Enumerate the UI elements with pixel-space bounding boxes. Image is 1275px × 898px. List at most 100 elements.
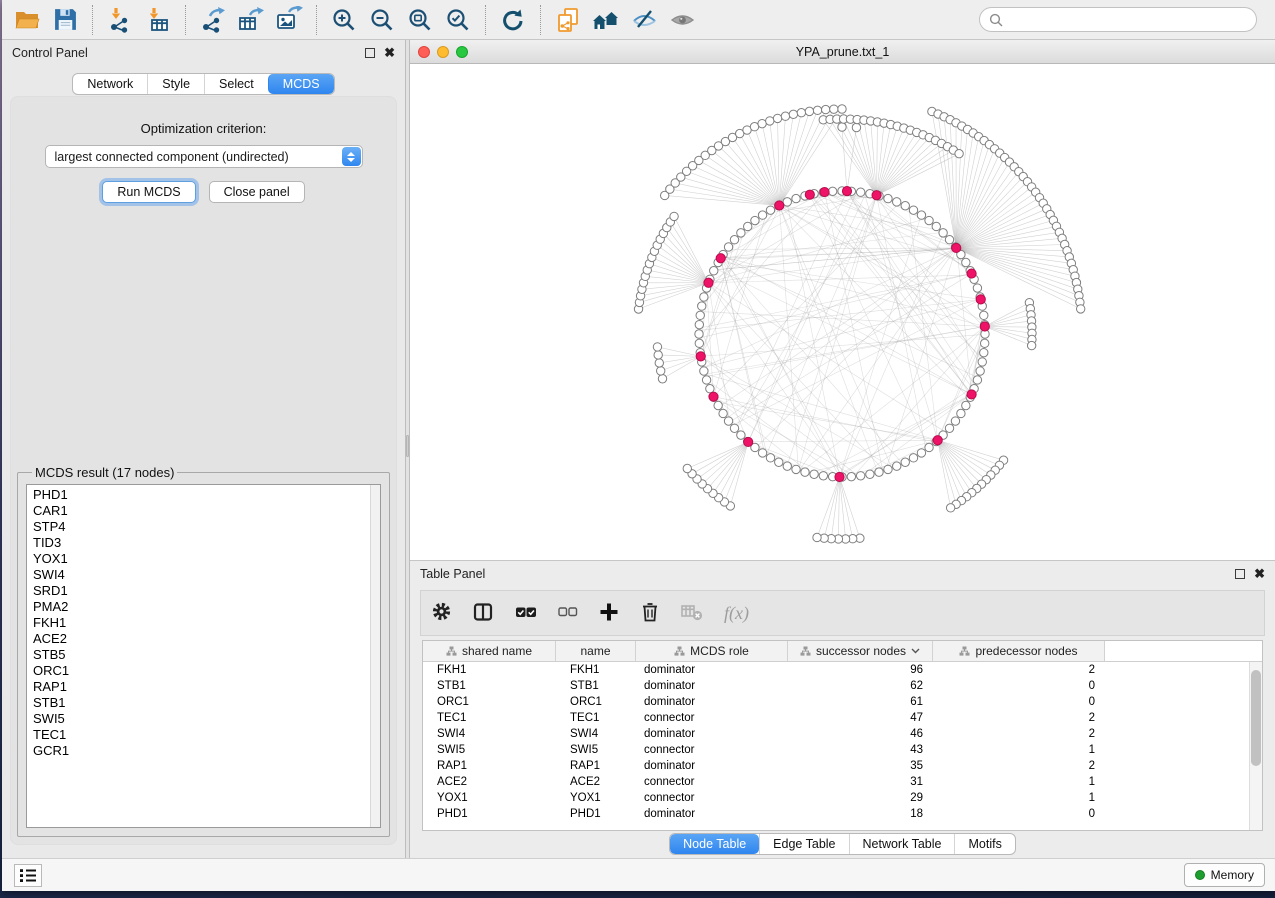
table-cell: 0: [933, 696, 1105, 708]
close-panel-button[interactable]: Close panel: [209, 181, 305, 203]
import-network-icon[interactable]: [101, 4, 139, 36]
mcds-result-item[interactable]: FKH1: [33, 615, 380, 631]
mcds-result-item[interactable]: STB5: [33, 647, 380, 663]
tab-mcds[interactable]: MCDS: [268, 74, 334, 94]
show-hide-graphics-icon[interactable]: [625, 4, 663, 36]
import-table-icon[interactable]: [139, 4, 177, 36]
float-table-panel-icon[interactable]: [1235, 569, 1245, 579]
table-cell: 2: [933, 728, 1105, 740]
table-body: FKH1FKH1dominator962STB1STB1dominator620…: [423, 662, 1262, 822]
mcds-result-item[interactable]: GCR1: [33, 743, 380, 759]
mcds-result-item[interactable]: SRD1: [33, 583, 380, 599]
column-header-name[interactable]: name: [556, 641, 636, 661]
mcds-result-item[interactable]: STP4: [33, 519, 380, 535]
table-scrollbar-thumb[interactable]: [1251, 670, 1261, 766]
table-row[interactable]: FKH1FKH1dominator962: [423, 662, 1262, 678]
table-row[interactable]: RAP1RAP1dominator352: [423, 758, 1262, 774]
tab-edge-table[interactable]: Edge Table: [759, 834, 848, 854]
column-header-MCDS-role[interactable]: MCDS role: [636, 641, 788, 661]
table-cell: PHD1: [423, 808, 556, 820]
refresh-view-icon[interactable]: [494, 4, 532, 36]
first-neighbors-icon[interactable]: [587, 4, 625, 36]
criterion-dropdown[interactable]: largest connected component (undirected): [45, 145, 363, 168]
table-scrollbar[interactable]: [1249, 662, 1262, 830]
toolbar-separator: [185, 5, 186, 35]
table-panel-title: Table Panel: [420, 567, 485, 581]
mcds-result-item[interactable]: YOX1: [33, 551, 380, 567]
table-cell: STB1: [423, 680, 556, 692]
network-window-titlebar[interactable]: YPA_prune.txt_1: [410, 40, 1275, 64]
table-row[interactable]: ACE2ACE2connector311: [423, 774, 1262, 790]
splitter-grip[interactable]: [406, 435, 409, 457]
network-window-title: YPA_prune.txt_1: [410, 45, 1275, 59]
zoom-out-icon[interactable]: [363, 4, 401, 36]
zoom-selected-icon[interactable]: [439, 4, 477, 36]
dropdown-stepper-icon: [342, 147, 361, 166]
zoom-in-icon[interactable]: [325, 4, 363, 36]
memory-button[interactable]: Memory: [1184, 863, 1265, 887]
mcds-result-item[interactable]: PMA2: [33, 599, 380, 615]
column-header-shared-name[interactable]: shared name: [423, 641, 556, 661]
float-panel-icon[interactable]: [365, 48, 375, 58]
export-image-icon[interactable]: [270, 4, 308, 36]
export-table-icon[interactable]: [232, 4, 270, 36]
table-row[interactable]: ORC1ORC1dominator610: [423, 694, 1262, 710]
table-panel-tabs: Node TableEdge TableNetwork TableMotifs: [669, 833, 1016, 855]
close-panel-icon[interactable]: ✖: [384, 48, 395, 58]
delete-column-icon[interactable]: [640, 601, 660, 625]
table-cell: SWI4: [556, 728, 636, 740]
table-row[interactable]: SWI5SWI5connector431: [423, 742, 1262, 758]
table-row[interactable]: YOX1YOX1connector291: [423, 790, 1262, 806]
mcds-result-group: MCDS result (17 nodes) PHD1CAR1STP4TID3Y…: [17, 465, 390, 837]
table-cell: PHD1: [556, 808, 636, 820]
mcds-result-list[interactable]: PHD1CAR1STP4TID3YOX1SWI4SRD1PMA2FKH1ACE2…: [26, 484, 381, 828]
tab-network[interactable]: Network: [73, 74, 147, 94]
table-cell: 2: [933, 712, 1105, 724]
network-canvas[interactable]: [410, 64, 1275, 560]
table-settings-icon[interactable]: [431, 601, 452, 625]
close-table-panel-icon[interactable]: ✖: [1254, 569, 1265, 579]
tab-style[interactable]: Style: [147, 74, 204, 94]
mcds-result-item[interactable]: PHD1: [33, 487, 380, 503]
network-view-window: YPA_prune.txt_1: [410, 40, 1275, 560]
zoom-fit-icon[interactable]: [401, 4, 439, 36]
search-input[interactable]: [1008, 13, 1247, 27]
run-mcds-button[interactable]: Run MCDS: [102, 181, 195, 203]
mcds-result-item[interactable]: CAR1: [33, 503, 380, 519]
select-all-rows-icon[interactable]: [515, 603, 537, 624]
save-session-icon[interactable]: [46, 4, 84, 36]
column-type-icon: [959, 646, 970, 656]
tab-node-table[interactable]: Node Table: [670, 834, 759, 854]
mcds-result-item[interactable]: STB1: [33, 695, 380, 711]
mcds-result-item[interactable]: TEC1: [33, 727, 380, 743]
mcds-result-item[interactable]: ACE2: [33, 631, 380, 647]
search-box[interactable]: [979, 7, 1257, 32]
bird-eye-view-icon[interactable]: [663, 4, 701, 36]
table-row[interactable]: SWI4SWI4dominator462: [423, 726, 1262, 742]
mcds-result-item[interactable]: SWI4: [33, 567, 380, 583]
table-cell: 47: [788, 712, 933, 724]
table-cell: 1: [933, 776, 1105, 788]
mcds-result-item[interactable]: RAP1: [33, 679, 380, 695]
table-row[interactable]: STB1STB1dominator620: [423, 678, 1262, 694]
deselect-all-rows-icon[interactable]: [558, 604, 578, 623]
mcds-result-item[interactable]: TID3: [33, 535, 380, 551]
column-header-successor-nodes[interactable]: successor nodes: [788, 641, 933, 661]
toolbar-separator: [485, 5, 486, 35]
duplicate-network-icon[interactable]: [549, 4, 587, 36]
columns-icon[interactable]: [473, 602, 494, 625]
tab-motifs[interactable]: Motifs: [954, 834, 1014, 854]
column-header-predecessor-nodes[interactable]: predecessor nodes: [933, 641, 1105, 661]
mcds-result-item[interactable]: ORC1: [33, 663, 380, 679]
table-cell: connector: [636, 744, 788, 756]
tab-select[interactable]: Select: [204, 74, 268, 94]
open-file-icon[interactable]: [8, 4, 46, 36]
mcds-result-item[interactable]: SWI5: [33, 711, 380, 727]
tab-network-table[interactable]: Network Table: [849, 834, 955, 854]
task-history-button[interactable]: [14, 864, 42, 887]
export-network-icon[interactable]: [194, 4, 232, 36]
table-row[interactable]: TEC1TEC1connector472: [423, 710, 1262, 726]
result-list-scrollbar[interactable]: [370, 485, 380, 827]
add-column-icon[interactable]: [599, 602, 619, 625]
table-row[interactable]: PHD1PHD1dominator180: [423, 806, 1262, 822]
